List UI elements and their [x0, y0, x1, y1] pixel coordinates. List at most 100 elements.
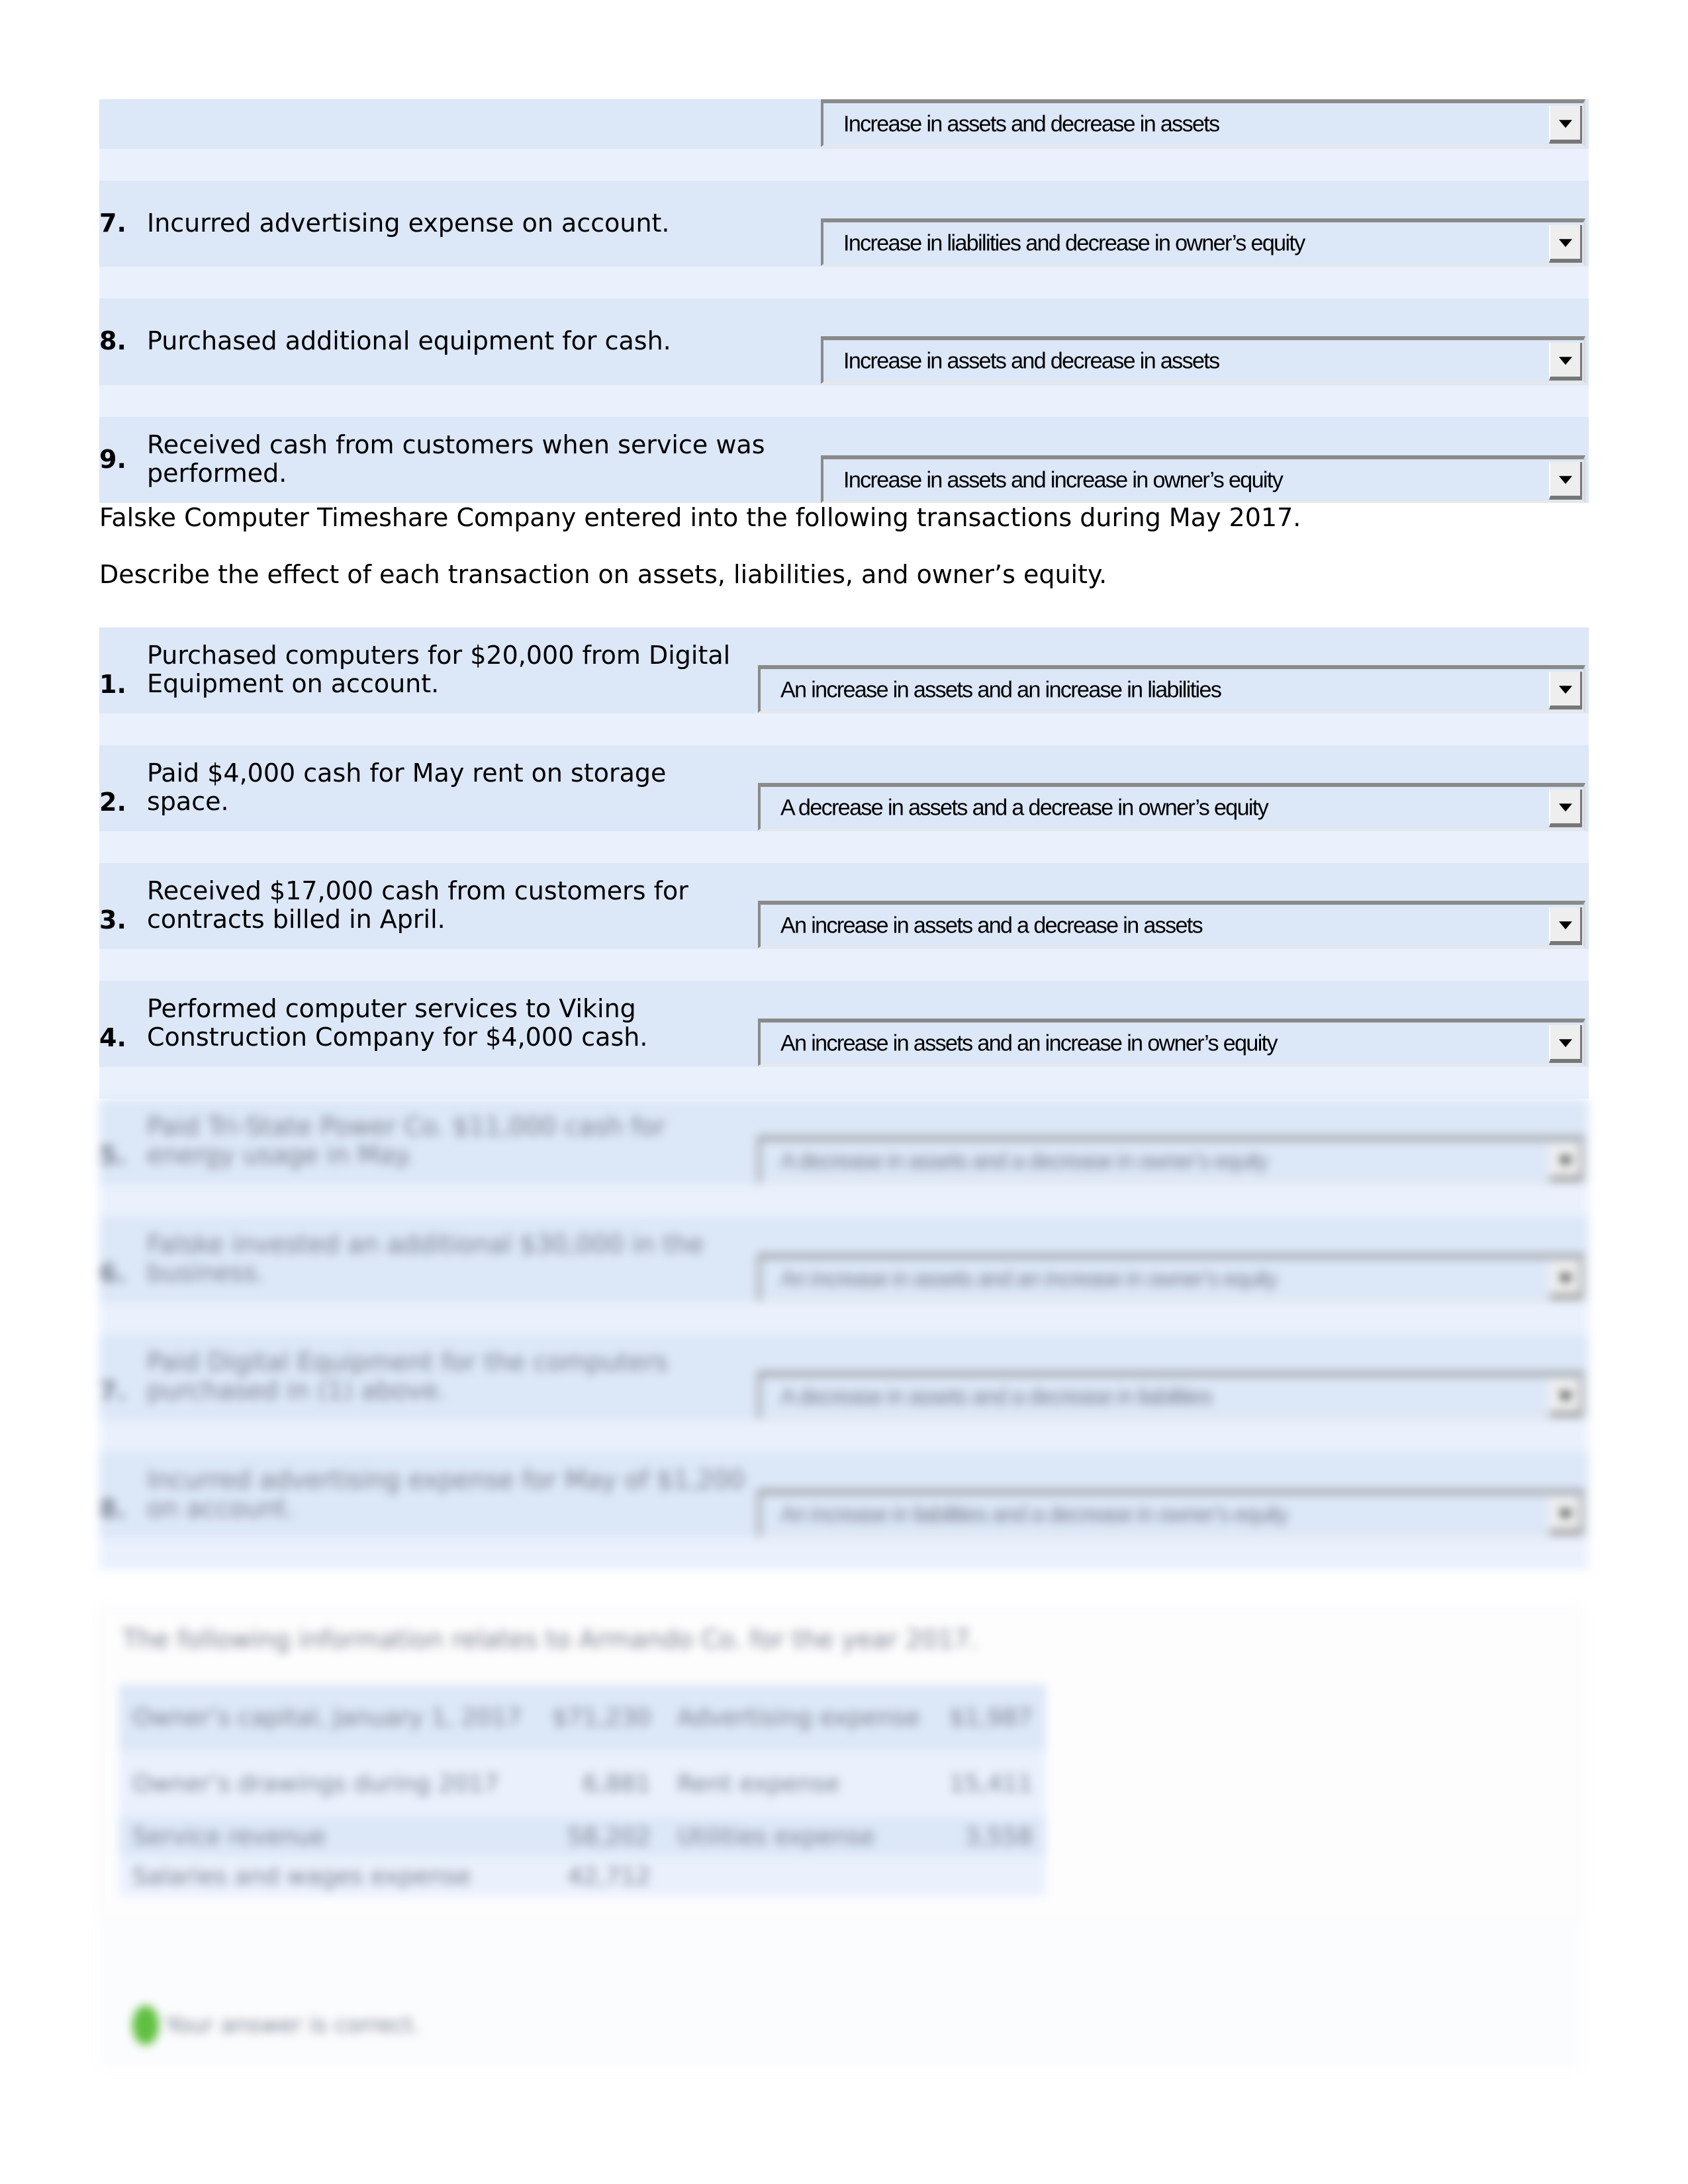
question-text-line1: Paid Tri-State Power Co. $11,000 cash fo… — [147, 1112, 666, 1141]
feedback-panel — [99, 1923, 1582, 2068]
info-table-cell: Advertising expense — [677, 1704, 920, 1731]
info-table-cell: 58,202 — [567, 1823, 651, 1850]
question-number: 2. — [99, 788, 126, 817]
question-number: 7. — [99, 208, 126, 238]
question-text-line1: Received $17,000 cash from customers for — [147, 876, 688, 905]
answer-dropdown[interactable]: A decrease in assets and a decrease in o… — [758, 1136, 1585, 1184]
row-spacer — [99, 385, 1589, 417]
info-table-cell — [935, 1856, 1046, 1896]
dropdown-button[interactable] — [1549, 106, 1582, 144]
answer-dropdown[interactable]: Increase in liabilities and decrease in … — [821, 218, 1585, 266]
info-table-cell: 6,881 — [583, 1770, 651, 1797]
dropdown-button[interactable] — [1549, 1496, 1582, 1534]
question-number: 8. — [99, 326, 126, 355]
info-table-cell: Owner’s drawings during 2017 — [132, 1770, 499, 1797]
dropdown-button[interactable] — [1549, 1025, 1582, 1063]
info-table-cell: 15,411 — [949, 1770, 1033, 1797]
info-table-cell: 42,712 — [567, 1862, 651, 1890]
question-number: 4. — [99, 1023, 126, 1052]
answer-dropdown[interactable]: A decrease in assets and a decrease in l… — [758, 1372, 1585, 1420]
chevron-down-icon — [1558, 685, 1572, 694]
question-number: 8. — [99, 1494, 126, 1524]
info-table-cell: Rent expense — [677, 1770, 840, 1797]
row-spacer — [99, 713, 1589, 745]
dropdown-value: A decrease in assets and a decrease in o… — [780, 795, 1269, 820]
info-table-cell: $71,230 — [552, 1704, 651, 1731]
chevron-down-icon — [1558, 475, 1572, 484]
chevron-down-icon — [1558, 238, 1572, 247]
chevron-down-icon — [1558, 1038, 1572, 1047]
question-text-line2: on account. — [147, 1494, 295, 1523]
question-text-line2: Equipment on account. — [147, 669, 440, 698]
chevron-down-icon — [1558, 1274, 1572, 1283]
question-text: Purchased additional equipment for cash. — [147, 326, 671, 355]
dropdown-button[interactable] — [1549, 1379, 1582, 1416]
question-number: 6. — [99, 1259, 126, 1288]
question-text-line2: contracts billed in April. — [147, 905, 445, 934]
info-table-row: Owner’s drawings during 2017 6,881 Rent ex… — [119, 1751, 1046, 1817]
row-spacer — [99, 1185, 1589, 1216]
dropdown-button[interactable] — [1549, 790, 1582, 827]
answer-dropdown[interactable]: An increase in liabilities and a decreas… — [758, 1490, 1585, 1537]
chevron-down-icon — [1558, 1392, 1572, 1400]
info-table-cell: Salaries and wages expense — [132, 1862, 471, 1890]
question-text-line2: performed. — [147, 459, 287, 488]
question-text-line2: purchased in (1) above. — [147, 1376, 446, 1405]
chevron-down-icon — [1558, 803, 1572, 811]
dropdown-value: Increase in assets and decrease in asset… — [843, 348, 1220, 373]
info-table-cell: Service revenue — [132, 1823, 326, 1850]
row-spacer — [99, 949, 1589, 981]
chevron-down-icon — [1558, 119, 1572, 128]
answer-dropdown[interactable]: Increase in assets and decrease in asset… — [821, 336, 1585, 384]
dropdown-button[interactable] — [1549, 462, 1582, 500]
question-number: 1. — [99, 670, 126, 699]
info-table-cell: Utilities expense — [677, 1823, 875, 1850]
question-text: Incurred advertising expense on account. — [147, 208, 670, 238]
question-text-line2: space. — [147, 787, 229, 816]
chevron-down-icon — [1558, 356, 1572, 365]
answer-dropdown[interactable]: Increase in assets and decrease in asset… — [821, 99, 1585, 147]
answer-dropdown[interactable]: A decrease in assets and a decrease in o… — [758, 783, 1585, 831]
question-number: 9. — [99, 445, 126, 474]
question-text-line1: Received cash from customers when servic… — [147, 430, 765, 459]
info-table: Owner’s capital, January 1, 2017 $71,230 A… — [119, 1684, 1046, 1896]
question-number: 3. — [99, 905, 126, 934]
question-text-line1: Incurred advertising expense for May of … — [147, 1465, 745, 1494]
dropdown-button[interactable] — [1549, 1261, 1582, 1298]
dropdown-button[interactable] — [1549, 907, 1582, 945]
dropdown-button[interactable] — [1549, 225, 1582, 263]
dropdown-button[interactable] — [1549, 1143, 1582, 1181]
chevron-down-icon — [1558, 921, 1572, 929]
answer-dropdown[interactable]: An increase in assets and a decrease in … — [758, 901, 1585, 948]
info-table-cell: Owner’s capital, January 1, 2017 — [132, 1704, 522, 1731]
dropdown-value: A decrease in assets and a decrease in o… — [780, 1148, 1269, 1173]
dropdown-value: A decrease in assets and a decrease in l… — [780, 1384, 1213, 1409]
dropdown-button[interactable] — [1549, 343, 1582, 381]
question-text-line2: business. — [147, 1258, 265, 1287]
problem-intro: Falske Computer Timeshare Company entere… — [99, 503, 1301, 532]
chevron-down-icon — [1558, 1156, 1572, 1165]
question-text-line1: Purchased computers for $20,000 from Dig… — [147, 641, 731, 670]
info-table-cell — [664, 1856, 935, 1896]
row-spacer — [99, 267, 1589, 298]
check-icon — [132, 2005, 159, 2045]
answer-dropdown[interactable]: Increase in assets and increase in owner… — [821, 455, 1585, 503]
row-spacer — [99, 1420, 1589, 1452]
answer-dropdown[interactable]: An increase in assets and an increase in… — [758, 665, 1585, 713]
question-text-line2: energy usage in May. — [147, 1140, 414, 1169]
answer-dropdown[interactable]: An increase in assets and an increase in… — [758, 1019, 1585, 1066]
info-table-row: Salaries and wages expense 42,712 — [119, 1856, 1046, 1896]
question-text-line1: Paid Digital Equipment for the computers — [147, 1347, 668, 1377]
row-spacer — [99, 1067, 1589, 1099]
dropdown-value: An increase in liabilities and a decreas… — [780, 1502, 1289, 1527]
info-table-cell: 3,558 — [964, 1823, 1033, 1850]
dropdown-button[interactable] — [1549, 672, 1582, 709]
answer-dropdown[interactable]: An increase in assets and an increase in… — [758, 1254, 1585, 1302]
info-intro: The following information relates to Arm… — [122, 1625, 978, 1654]
row-spacer — [99, 1538, 1589, 1570]
question-text-line1: Falske invested an additional $30,000 in… — [147, 1230, 704, 1259]
question-number: 5. — [99, 1141, 126, 1170]
question-number: 7. — [99, 1377, 126, 1406]
feedback-status: Your answer is correct. — [165, 2012, 420, 2038]
question-text-line1: Paid $4,000 cash for May rent on storage — [147, 758, 667, 788]
